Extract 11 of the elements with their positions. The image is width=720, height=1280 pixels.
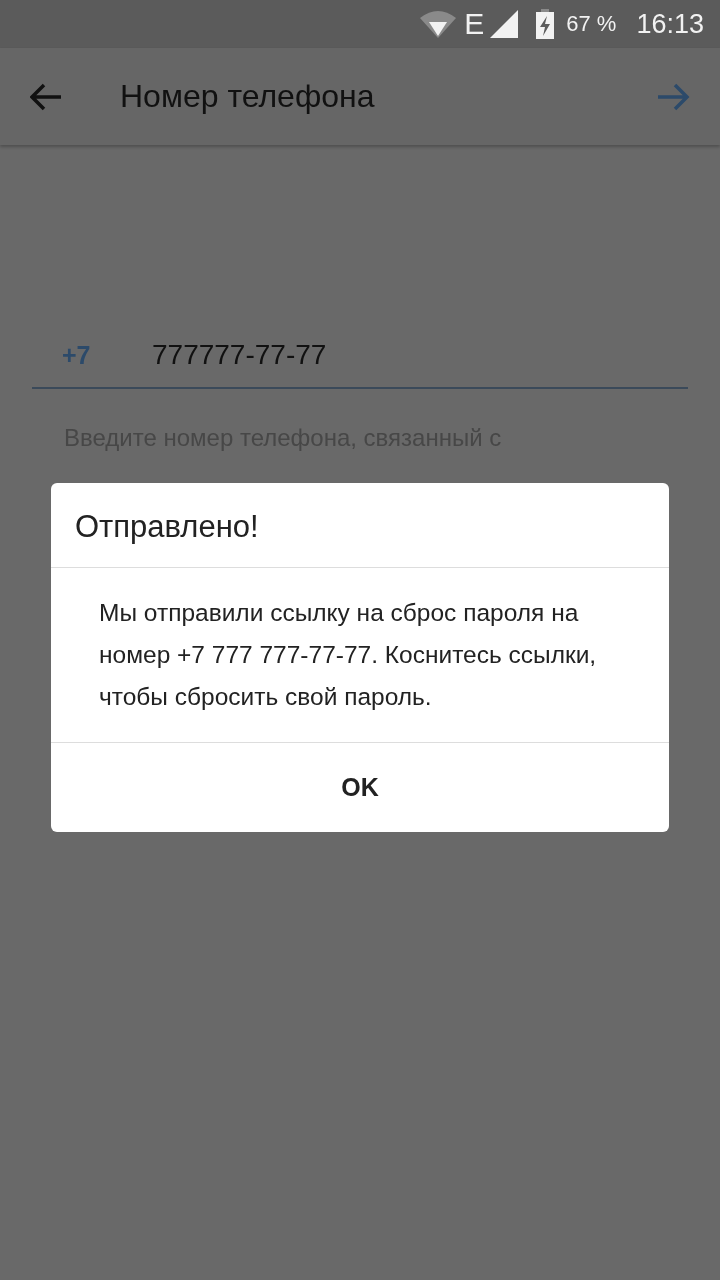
dialog-title: Отправлено! [74,508,260,546]
signal-icon [490,10,519,38]
ok-button[interactable]: OK [321,763,399,812]
clock: 16:13 [636,8,704,40]
back-icon[interactable] [30,82,62,111]
battery-icon [536,9,555,39]
dialog-message: Мы отправили ссылку на сброс пароля на номер +7 777 777-77-77. Коснитесь ссылки, чтобы сбросить свой пароль. [98,598,598,712]
battery-level: 67 % [566,11,617,37]
screen-title: Номер телефона [120,78,376,115]
wifi-icon [420,10,457,38]
network-type: E [464,7,485,41]
